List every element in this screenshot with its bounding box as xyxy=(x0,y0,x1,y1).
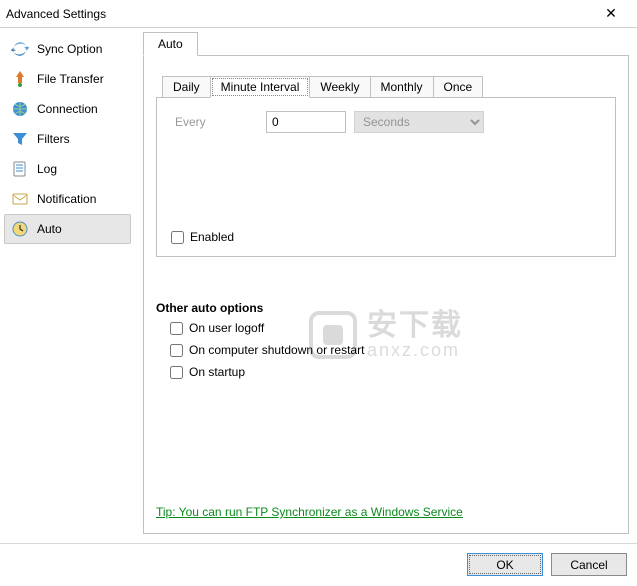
sidebar-item-auto[interactable]: Auto xyxy=(4,214,131,244)
sidebar: Sync Option File Transfer Connection Fil… xyxy=(0,28,135,543)
every-row: Every Seconds xyxy=(171,111,601,133)
sidebar-item-label: Auto xyxy=(37,222,124,236)
sidebar-item-connection[interactable]: Connection xyxy=(4,94,131,124)
outer-tab-body: Daily Minute Interval Weekly Monthly Onc… xyxy=(143,55,629,534)
window-title: Advanced Settings xyxy=(6,7,106,21)
clock-icon xyxy=(11,220,29,238)
on-startup-label: On startup xyxy=(189,365,245,379)
on-shutdown-checkbox-input[interactable] xyxy=(170,344,183,357)
on-startup-checkbox[interactable]: On startup xyxy=(170,365,616,379)
titlebar: Advanced Settings ✕ xyxy=(0,0,637,28)
mail-icon xyxy=(11,190,29,208)
tab-daily[interactable]: Daily xyxy=(162,76,211,98)
on-logoff-label: On user logoff xyxy=(189,321,264,335)
sidebar-item-label: File Transfer xyxy=(37,72,124,86)
sidebar-item-label: Filters xyxy=(37,132,124,146)
sidebar-item-label: Sync Option xyxy=(37,42,124,56)
on-logoff-checkbox[interactable]: On user logoff xyxy=(170,321,616,335)
globe-icon xyxy=(11,100,29,118)
dialog-body: Sync Option File Transfer Connection Fil… xyxy=(0,28,637,543)
tab-minute-interval[interactable]: Minute Interval xyxy=(210,76,311,98)
content-area: Auto Daily Minute Interval Weekly Monthl… xyxy=(135,28,637,543)
other-options-group: On user logoff On computer shutdown or r… xyxy=(156,321,616,379)
tab-auto[interactable]: Auto xyxy=(143,32,198,56)
other-options-title: Other auto options xyxy=(156,301,616,315)
outer-tab-control: Auto Daily Minute Interval Weekly Monthl… xyxy=(143,32,629,535)
sidebar-item-label: Notification xyxy=(37,192,124,206)
sidebar-item-label: Log xyxy=(37,162,124,176)
funnel-icon xyxy=(11,130,29,148)
sidebar-item-sync-option[interactable]: Sync Option xyxy=(4,34,131,64)
transfer-icon xyxy=(11,70,29,88)
ok-button[interactable]: OK xyxy=(467,553,543,576)
on-startup-checkbox-input[interactable] xyxy=(170,366,183,379)
tab-monthly[interactable]: Monthly xyxy=(370,76,434,98)
every-label: Every xyxy=(171,115,266,129)
on-shutdown-checkbox[interactable]: On computer shutdown or restart xyxy=(170,343,616,357)
sidebar-item-notification[interactable]: Notification xyxy=(4,184,131,214)
on-shutdown-label: On computer shutdown or restart xyxy=(189,343,364,357)
interval-value-input[interactable] xyxy=(266,111,346,133)
tab-weekly[interactable]: Weekly xyxy=(309,76,370,98)
enabled-checkbox[interactable]: Enabled xyxy=(171,230,234,244)
enabled-checkbox-input[interactable] xyxy=(171,231,184,244)
sidebar-item-filters[interactable]: Filters xyxy=(4,124,131,154)
interval-unit-select[interactable]: Seconds xyxy=(354,111,484,133)
sidebar-item-label: Connection xyxy=(37,102,124,116)
inner-tab-strip: Daily Minute Interval Weekly Monthly Onc… xyxy=(162,76,616,98)
close-icon[interactable]: ✕ xyxy=(591,5,631,22)
dialog-footer: OK Cancel xyxy=(0,543,637,585)
enabled-label: Enabled xyxy=(190,230,234,244)
inner-tab-body: Every Seconds Enabled xyxy=(156,97,616,257)
inner-tab-control: Daily Minute Interval Weekly Monthly Onc… xyxy=(156,76,616,257)
sidebar-item-log[interactable]: Log xyxy=(4,154,131,184)
on-logoff-checkbox-input[interactable] xyxy=(170,322,183,335)
tip-link[interactable]: Tip: You can run FTP Synchronizer as a W… xyxy=(156,505,463,519)
sync-icon xyxy=(11,40,29,58)
tab-once[interactable]: Once xyxy=(433,76,484,98)
cancel-button[interactable]: Cancel xyxy=(551,553,627,576)
sidebar-item-file-transfer[interactable]: File Transfer xyxy=(4,64,131,94)
log-icon xyxy=(11,160,29,178)
outer-tab-strip: Auto xyxy=(143,32,629,56)
